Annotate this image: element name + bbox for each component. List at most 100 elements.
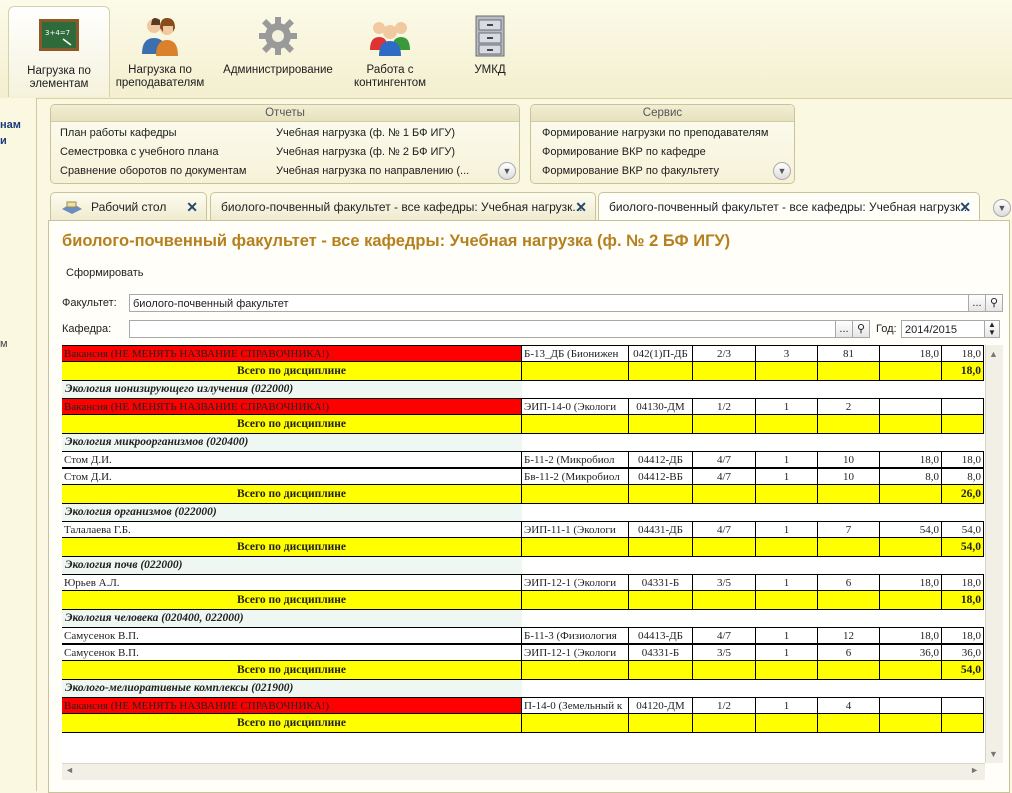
total-cell [880,591,942,610]
tab-report[interactable]: биолого-почвенный факультет - все кафедр… [210,192,596,221]
table-row[interactable]: Самусенок В.П. Б-11-3 (Физиология 04413-ДБ… [62,627,984,644]
table-cell-c1: 1 [756,574,818,591]
ribbon-label: Администрирование [223,64,333,76]
table-cell-c2: 81 [818,345,880,362]
table-cell-name: Вакансия (НЕ МЕНЯТЬ НАЗВАНИЕ СПРАВОЧНИКА… [62,345,522,362]
table-row[interactable]: Стом Д.И. Бв-11-2 (Микробиол 04412-ВБ 4/7 1 1… [62,468,984,485]
table-cell-c4: 54,0 [942,521,984,538]
table-cell-group: ЭИП-12-1 (Экологи [522,644,629,661]
service-link[interactable]: Формирование ВКР по кафедре [542,146,706,158]
table-row[interactable]: Самусенок В.П. ЭИП-12-1 (Экологи 04331-Б 3/… [62,644,984,661]
total-cell [693,485,756,504]
search-icon[interactable]: ⚲ [985,294,1003,312]
total-cell [756,485,818,504]
department-field[interactable] [129,320,836,338]
tabs-menu-chevron-icon[interactable]: ▼ [993,199,1011,217]
chevron-down-icon[interactable]: ▼ [498,162,516,180]
table-row[interactable]: Вакансия (НЕ МЕНЯТЬ НАЗВАНИЕ СПРАВОЧНИКА… [62,697,984,714]
cabinet-icon [475,15,505,57]
ribbon-load-by-elements[interactable]: 3+4=7 Нагрузка по элементам [8,6,110,97]
report-link[interactable]: Учебная нагрузка (ф. № 1 БФ ИГУ) [276,127,455,139]
scroll-left-icon[interactable]: ◄ [65,765,74,775]
ribbon-administration[interactable]: Администрирование [213,6,343,96]
faculty-field[interactable]: биолого-почвенный факультет [129,294,969,312]
select-button[interactable]: ... [835,320,853,338]
table-cell-course: 2/3 [693,345,756,362]
total-cell [693,538,756,557]
report-table: Вакансия (НЕ МЕНЯТЬ НАЗВАНИЕ СПРАВОЧНИКА… [62,345,984,763]
table-cell-name: Талалаева Г.Б. [62,521,522,538]
report-link[interactable]: Семестровка с учебного плана [60,146,219,158]
total-cell [880,538,942,557]
table-cell-course: 4/7 [693,451,756,468]
discipline-title: Экология организмов (022000) [65,506,217,518]
tab-label: биолого-почвенный факультет - все кафедр… [221,200,583,214]
table-cell-name: Стом Д.И. [62,451,522,468]
table-cell-c1: 1 [756,644,818,661]
search-icon[interactable]: ⚲ [852,320,870,338]
table-cell-c1: 1 [756,398,818,415]
total-cell [629,714,693,733]
total-cell [756,714,818,733]
total-cell [522,661,629,680]
scroll-up-icon[interactable]: ▲ [989,349,998,359]
report-link[interactable]: Учебная нагрузка (ф. № 2 БФ ИГУ) [276,146,455,158]
discipline-header: Экология почв (022000) [62,557,984,574]
service-link[interactable]: Формирование нагрузки по преподавателям [542,127,768,139]
year-stepper[interactable]: ▲ ▼ [984,320,1000,338]
horizontal-scrollbar[interactable]: ◄ ► [62,763,985,780]
discipline-total-row: Всего по дисциплине 54,0 [62,538,984,557]
total-cell [880,362,942,381]
total-cell [756,661,818,680]
table-row[interactable]: Вакансия (НЕ МЕНЯТЬ НАЗВАНИЕ СПРАВОЧНИКА… [62,345,984,362]
year-field[interactable]: 2014/2015 [901,320,985,338]
table-cell-c4: 18,0 [942,574,984,591]
total-cell [880,485,942,504]
left-panel-text: и [0,135,7,147]
close-icon[interactable]: ✕ [959,193,971,221]
table-cell-code: 04413-ДБ [629,627,693,644]
chalkboard-icon: 3+4=7 [39,19,79,51]
table-row[interactable]: Вакансия (НЕ МЕНЯТЬ НАЗВАНИЕ СПРАВОЧНИКА… [62,398,984,415]
ribbon-label: Нагрузка по преподавателям [115,64,205,89]
table-row[interactable]: Талалаева Г.Б. ЭИП-11-1 (Экологи 04431-ДБ 4… [62,521,984,538]
vertical-scrollbar[interactable]: ▲ ▼ [985,345,1003,763]
close-icon[interactable]: ✕ [575,193,587,221]
table-row[interactable]: Стом Д.И. Б-11-2 (Микробиол 04412-ДБ 4/7 1 10… [62,451,984,468]
ribbon-load-by-teachers[interactable]: Нагрузка по преподавателям [110,6,210,96]
select-button[interactable]: ... [968,294,986,312]
discipline-total-row: Всего по дисциплине [62,714,984,733]
discipline-total-row: Всего по дисциплине 18,0 [62,362,984,381]
table-cell-c1: 1 [756,451,818,468]
report-link[interactable]: Учебная нагрузка по направлению (... [276,165,469,177]
report-link[interactable]: План работы кафедры [60,127,177,139]
tab-report-active[interactable]: биолого-почвенный факультет - все кафедр… [598,192,980,222]
total-cell [629,362,693,381]
table-cell-code: 04331-Б [629,574,693,591]
discipline-total-row: Всего по дисциплине 18,0 [62,591,984,610]
ribbon-label: Работа с контингентом [353,64,427,89]
table-row[interactable]: Юрьев А.Л. ЭИП-12-1 (Экологи 04331-Б 3/5 1 6 1… [62,574,984,591]
total-value: 26,0 [942,485,984,504]
close-icon[interactable]: ✕ [186,193,198,221]
table-cell-c4 [942,398,984,415]
ribbon-umkd[interactable]: УМКД [440,6,540,96]
report-link[interactable]: Сравнение оборотов по документам [60,165,246,177]
total-cell [693,591,756,610]
chevron-down-icon[interactable]: ▼ [773,162,791,180]
scroll-down-icon[interactable]: ▼ [989,749,998,759]
table-cell-course: 1/2 [693,697,756,714]
tab-desktop[interactable]: Рабочий стол ✕ [50,192,207,221]
ribbon-contingent[interactable]: Работа с контингентом [340,6,440,96]
scroll-right-icon[interactable]: ► [970,765,979,775]
table-cell-c2: 7 [818,521,880,538]
generate-button[interactable]: Сформировать [66,267,144,279]
table-cell-group: Б-11-2 (Микробиол [522,451,629,468]
total-cell [756,591,818,610]
table-cell-c2: 10 [818,451,880,468]
total-cell [693,661,756,680]
table-cell-c4: 18,0 [942,345,984,362]
discipline-header: Экология организмов (022000) [62,504,984,521]
service-link[interactable]: Формирование ВКР по факультету [542,165,719,177]
table-cell-course: 4/7 [693,521,756,538]
